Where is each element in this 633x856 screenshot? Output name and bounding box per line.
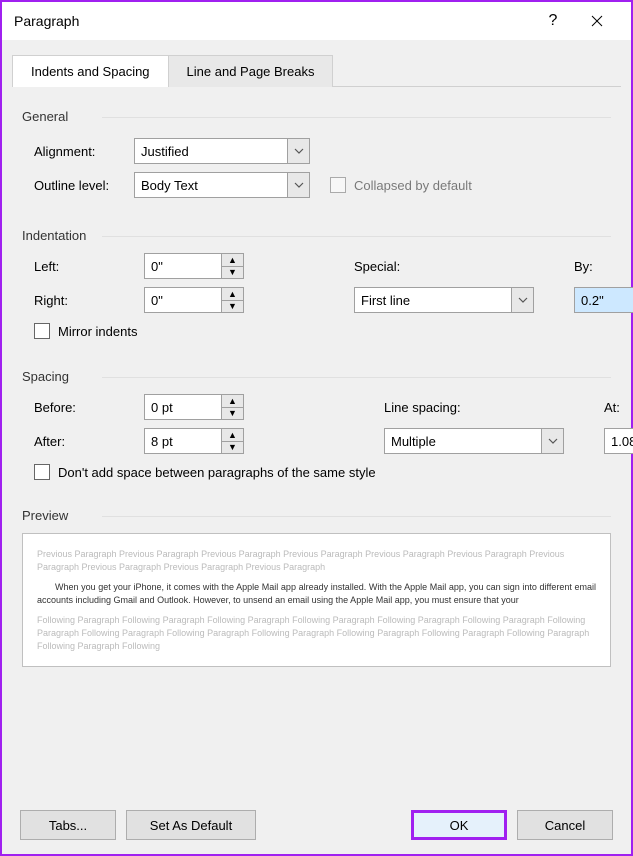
right-spinner[interactable]: 0" ▲▼ — [144, 287, 244, 313]
before-value: 0 pt — [145, 395, 221, 419]
collapsed-checkbox: Collapsed by default — [330, 177, 472, 193]
mirror-label: Mirror indents — [58, 324, 137, 339]
ok-button[interactable]: OK — [411, 810, 507, 840]
tab-breaks-label: Line and Page Breaks — [187, 64, 315, 79]
set-default-button[interactable]: Set As Default — [126, 810, 256, 840]
titlebar: Paragraph ? — [2, 2, 631, 40]
tabs-button-label: Tabs... — [49, 818, 87, 833]
right-value: 0" — [145, 288, 221, 312]
dialog-title: Paragraph — [14, 13, 531, 29]
line-spacing-value: Multiple — [385, 434, 541, 449]
spin-down-icon[interactable]: ▼ — [222, 408, 243, 420]
left-spinner[interactable]: 0" ▲▼ — [144, 253, 244, 279]
checkbox-box — [330, 177, 346, 193]
tabs-button[interactable]: Tabs... — [20, 810, 116, 840]
section-preview: Preview — [22, 508, 611, 523]
outline-combo[interactable]: Body Text — [134, 172, 310, 198]
outline-label: Outline level: — [34, 178, 134, 193]
after-label: After: — [34, 434, 134, 449]
special-combo[interactable]: First line — [354, 287, 534, 313]
dont-add-space-label: Don't add space between paragraphs of th… — [58, 465, 376, 480]
special-dropdown-button[interactable] — [511, 288, 533, 312]
ok-button-label: OK — [450, 818, 469, 833]
mirror-checkbox[interactable]: Mirror indents — [34, 323, 611, 339]
chevron-down-icon — [294, 148, 304, 154]
alignment-value: Justified — [135, 144, 287, 159]
alignment-row: Alignment: Justified — [34, 138, 611, 164]
alignment-combo[interactable]: Justified — [134, 138, 310, 164]
chevron-down-icon — [548, 438, 558, 444]
chevron-down-icon — [518, 297, 528, 303]
line-spacing-label: Line spacing: — [384, 400, 564, 415]
special-label: Special: — [354, 259, 534, 274]
default-button-label: Set As Default — [150, 818, 232, 833]
after-spinner[interactable]: 8 pt ▲▼ — [144, 428, 244, 454]
cancel-button-label: Cancel — [545, 818, 585, 833]
preview-previous: Previous Paragraph Previous Paragraph Pr… — [37, 548, 596, 573]
left-label: Left: — [34, 259, 134, 274]
spin-up-icon[interactable]: ▲ — [222, 395, 243, 408]
outline-value: Body Text — [135, 178, 287, 193]
right-label: Right: — [34, 293, 134, 308]
before-spinner[interactable]: 0 pt ▲▼ — [144, 394, 244, 420]
spin-down-icon[interactable]: ▼ — [222, 442, 243, 454]
after-value: 8 pt — [145, 429, 221, 453]
dont-add-space-checkbox[interactable]: Don't add space between paragraphs of th… — [34, 464, 611, 480]
left-value: 0" — [145, 254, 221, 278]
spin-up-icon[interactable]: ▲ — [222, 288, 243, 301]
close-button[interactable] — [575, 6, 619, 36]
tab-bar: Indents and Spacing Line and Page Breaks — [12, 54, 621, 87]
spin-up-icon[interactable]: ▲ — [222, 429, 243, 442]
tab-breaks[interactable]: Line and Page Breaks — [168, 55, 334, 87]
content: General Alignment: Justified Outline lev… — [2, 87, 631, 800]
by-label: By: — [574, 259, 633, 274]
section-indentation: Indentation — [22, 228, 611, 243]
before-label: Before: — [34, 400, 134, 415]
special-value: First line — [355, 293, 511, 308]
checkbox-box — [34, 323, 50, 339]
chevron-down-icon — [294, 182, 304, 188]
preview-sample: When you get your iPhone, it comes with … — [37, 581, 596, 606]
paragraph-dialog: Paragraph ? Indents and Spacing Line and… — [0, 0, 633, 856]
by-spinner[interactable]: 0.2" ▲▼ — [574, 287, 633, 313]
at-label: At: — [604, 400, 633, 415]
by-value: 0.2" — [575, 288, 633, 312]
at-spinner[interactable]: 1.08 ▲▼ — [604, 428, 633, 454]
section-spacing: Spacing — [22, 369, 611, 384]
help-button[interactable]: ? — [531, 6, 575, 36]
collapsed-label: Collapsed by default — [354, 178, 472, 193]
spin-down-icon[interactable]: ▼ — [222, 301, 243, 313]
preview-following: Following Paragraph Following Paragraph … — [37, 614, 596, 652]
cancel-button[interactable]: Cancel — [517, 810, 613, 840]
tab-indents-label: Indents and Spacing — [31, 64, 150, 79]
spin-up-icon[interactable]: ▲ — [222, 254, 243, 267]
line-spacing-dropdown-button[interactable] — [541, 429, 563, 453]
preview-box: Previous Paragraph Previous Paragraph Pr… — [22, 533, 611, 667]
alignment-label: Alignment: — [34, 144, 134, 159]
line-spacing-combo[interactable]: Multiple — [384, 428, 564, 454]
at-value: 1.08 — [605, 429, 633, 453]
button-bar: Tabs... Set As Default OK Cancel — [2, 800, 631, 854]
checkbox-box — [34, 464, 50, 480]
spin-down-icon[interactable]: ▼ — [222, 267, 243, 279]
alignment-dropdown-button[interactable] — [287, 139, 309, 163]
tab-indents[interactable]: Indents and Spacing — [12, 55, 169, 87]
outline-dropdown-button[interactable] — [287, 173, 309, 197]
section-general: General — [22, 109, 611, 124]
close-icon — [591, 15, 603, 27]
outline-row: Outline level: Body Text Collapsed by de… — [34, 172, 611, 198]
